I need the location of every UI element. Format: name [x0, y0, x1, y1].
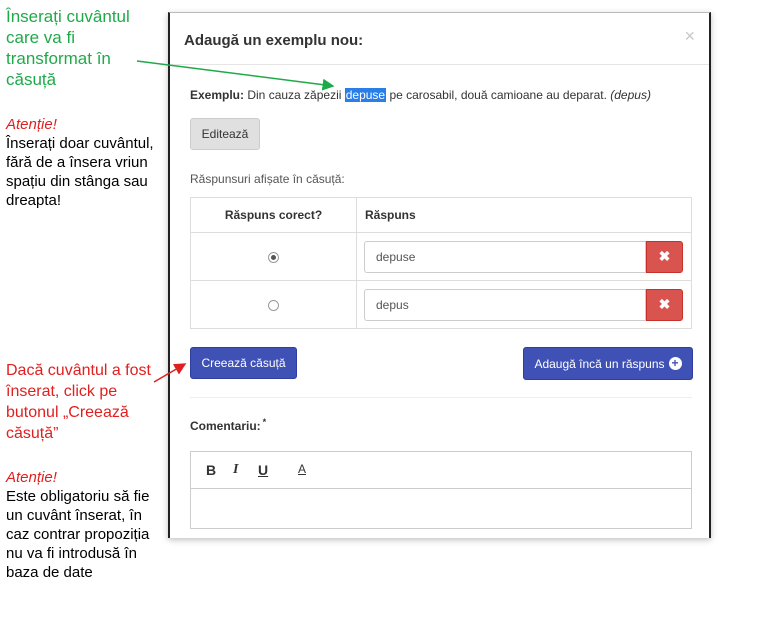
underline-icon[interactable]: U — [258, 462, 268, 478]
add-example-modal: Adaugă un exemplu nou: × Exemplu: Din ca… — [168, 12, 711, 538]
comment-label-text: Comentariu: — [190, 419, 261, 433]
divider — [190, 397, 692, 398]
table-row: ✖ — [190, 280, 692, 329]
plus-circle-icon: + — [668, 357, 682, 370]
italic-icon[interactable]: I — [233, 462, 238, 478]
delete-answer-button[interactable]: ✖ — [646, 288, 683, 321]
answer-cell: ✖ — [356, 280, 692, 329]
answer-group: ✖ — [364, 240, 684, 273]
example-sentence: Exemplu: Din cauza zăpezii depuse pe car… — [190, 88, 651, 102]
correct-radio[interactable] — [268, 299, 279, 311]
annotation-click-create: Dacă cuvântul a fost înserat, click pe b… — [6, 362, 151, 442]
table-header-row: Răspuns corect? Răspuns — [190, 197, 692, 233]
attention-title: Atenție! — [6, 469, 57, 486]
edit-button[interactable]: Editează — [190, 118, 260, 150]
table-row: ✖ — [190, 232, 692, 281]
answers-table: Răspuns corect? Răspuns ✖ ✖ — [190, 197, 692, 329]
comment-label: Comentariu: * — [190, 417, 267, 433]
example-label: Exemplu: — [190, 88, 245, 102]
modal-title: Adaugă un exemplu nou: — [184, 32, 364, 49]
modal-header: Adaugă un exemplu nou: × — [170, 13, 709, 65]
annotation-attention-2: Atenție! Este obligatoriu să fie un cuvâ… — [6, 468, 156, 582]
text-color-icon[interactable]: A — [298, 462, 306, 476]
example-text-before: Din cauza zăpezii — [244, 88, 345, 102]
example-text-after: pe carosabil, două camioane au deparat. — [386, 88, 611, 102]
annotation-attention-1: Atenție! Înserați doar cuvântul, fără de… — [6, 115, 156, 210]
required-mark: * — [262, 417, 267, 427]
bold-icon[interactable]: B — [206, 462, 216, 478]
attention-text: Este obligatoriu să fie un cuvânt însera… — [6, 488, 150, 581]
times-icon: ✖ — [658, 296, 671, 312]
correct-radio[interactable] — [268, 251, 279, 263]
close-icon[interactable]: × — [684, 26, 695, 47]
delete-answer-button[interactable]: ✖ — [646, 240, 683, 273]
add-answer-button[interactable]: Adaugă încă un răspuns + — [523, 347, 693, 380]
header-correct: Răspuns corect? — [190, 197, 357, 233]
answer-input[interactable] — [364, 240, 646, 273]
answers-label: Răspunsuri afișate în căsuță: — [190, 172, 345, 186]
correct-cell — [190, 280, 357, 329]
answer-cell: ✖ — [356, 232, 692, 281]
create-box-button[interactable]: Creează căsuță — [190, 347, 297, 379]
attention-title: Atenție! — [6, 116, 57, 133]
editor-toolbar: B I U A — [191, 452, 691, 489]
answer-input[interactable] — [364, 288, 646, 321]
comment-editor[interactable]: B I U A — [190, 451, 692, 529]
selected-word[interactable]: depuse — [344, 88, 387, 102]
times-icon: ✖ — [658, 248, 671, 264]
example-hint: (depus) — [610, 88, 651, 102]
attention-text: Înserați doar cuvântul, fără de a însera… — [6, 135, 154, 209]
header-answer: Răspuns — [356, 197, 692, 233]
correct-cell — [190, 232, 357, 281]
answer-group: ✖ — [364, 288, 684, 321]
add-answer-label: Adaugă încă un răspuns — [534, 356, 665, 371]
annotation-insert-word: Înserați cuvântul care va fi transformat… — [6, 7, 130, 89]
